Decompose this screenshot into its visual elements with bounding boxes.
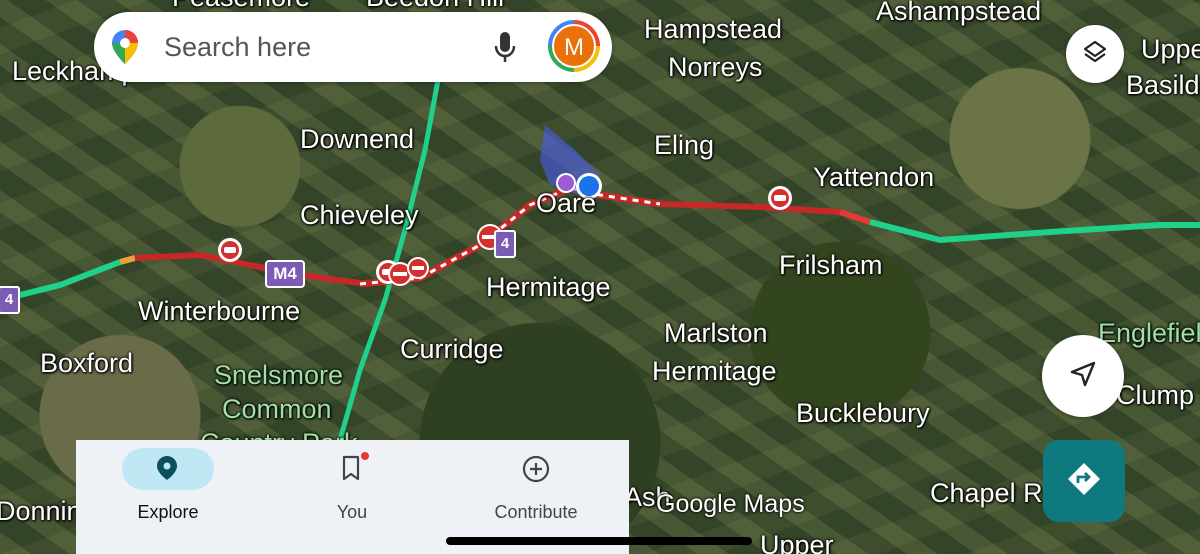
my-location-button[interactable]: [1042, 335, 1124, 417]
place-label[interactable]: Oare: [536, 188, 596, 219]
place-label[interactable]: Boxford: [40, 348, 133, 379]
east-free-flow: [869, 219, 1200, 244]
park-label[interactable]: Snelsmore: [214, 360, 343, 391]
m4-road-shield: M4: [265, 260, 305, 288]
place-label[interactable]: Upper: [1141, 34, 1200, 65]
place-label[interactable]: Curridge: [400, 334, 504, 365]
location-pin-icon: [153, 454, 181, 487]
directions-button[interactable]: [1043, 440, 1125, 522]
place-label[interactable]: Hermitage: [486, 272, 611, 303]
nav-explore[interactable]: Explore: [76, 440, 260, 554]
place-label[interactable]: Ashampstead: [876, 0, 1041, 27]
avatar-initial: M: [552, 24, 596, 68]
m4-road-shield-east: 4: [494, 230, 516, 258]
m4-road-shield-west: 4: [0, 286, 20, 314]
account-avatar[interactable]: M: [548, 20, 600, 72]
incident-icon-3: [768, 186, 792, 210]
place-label[interactable]: Yattendon: [813, 162, 934, 193]
place-label[interactable]: Basildon: [1126, 70, 1200, 101]
place-label[interactable]: Norreys: [668, 52, 763, 83]
nav-label-you: You: [336, 502, 368, 522]
park-label[interactable]: Common: [222, 394, 332, 425]
east-heavy-segment: [659, 201, 841, 215]
place-label[interactable]: Chieveley: [300, 200, 419, 231]
place-label[interactable]: Upper: [760, 530, 834, 554]
search-bar[interactable]: Search here M: [94, 12, 612, 82]
place-label[interactable]: Frilsham: [779, 250, 883, 281]
place-label[interactable]: Winterbourne: [138, 296, 300, 327]
place-label[interactable]: Eling: [654, 130, 714, 161]
layers-button[interactable]: [1066, 25, 1124, 83]
microphone-icon[interactable]: [494, 32, 516, 69]
m4-slow-segment: [119, 255, 136, 265]
nav-you[interactable]: You: [260, 440, 444, 554]
place-label[interactable]: Hermitage: [652, 356, 777, 387]
navigation-arrow-icon: [1068, 359, 1098, 394]
google-maps-pin-icon: [112, 30, 138, 69]
incident-icon-1: [218, 238, 242, 262]
layers-icon: [1082, 39, 1108, 70]
notification-dot: [361, 452, 369, 460]
place-label[interactable]: Bucklebury: [796, 398, 930, 429]
place-label[interactable]: Hampstead: [644, 14, 782, 45]
east-slow-segment: [839, 209, 871, 225]
google-maps-watermark: Google Maps: [656, 490, 805, 518]
home-indicator[interactable]: [446, 537, 752, 545]
place-label[interactable]: Downend: [300, 124, 414, 155]
place-label[interactable]: Englefield: [1098, 318, 1200, 349]
directions-icon: [1066, 461, 1102, 502]
search-input[interactable]: Search here: [164, 32, 311, 63]
nav-label-explore: Explore: [137, 502, 199, 522]
place-label[interactable]: Clump: [1116, 380, 1194, 411]
road-closed-icon-2: [407, 257, 429, 279]
bookmark-icon: [337, 454, 365, 487]
nav-label-contribute: Contribute: [494, 502, 578, 522]
m4-heavy-segment: [134, 251, 361, 286]
add-circle-icon: [521, 454, 551, 489]
place-label[interactable]: Marlston: [664, 318, 768, 349]
